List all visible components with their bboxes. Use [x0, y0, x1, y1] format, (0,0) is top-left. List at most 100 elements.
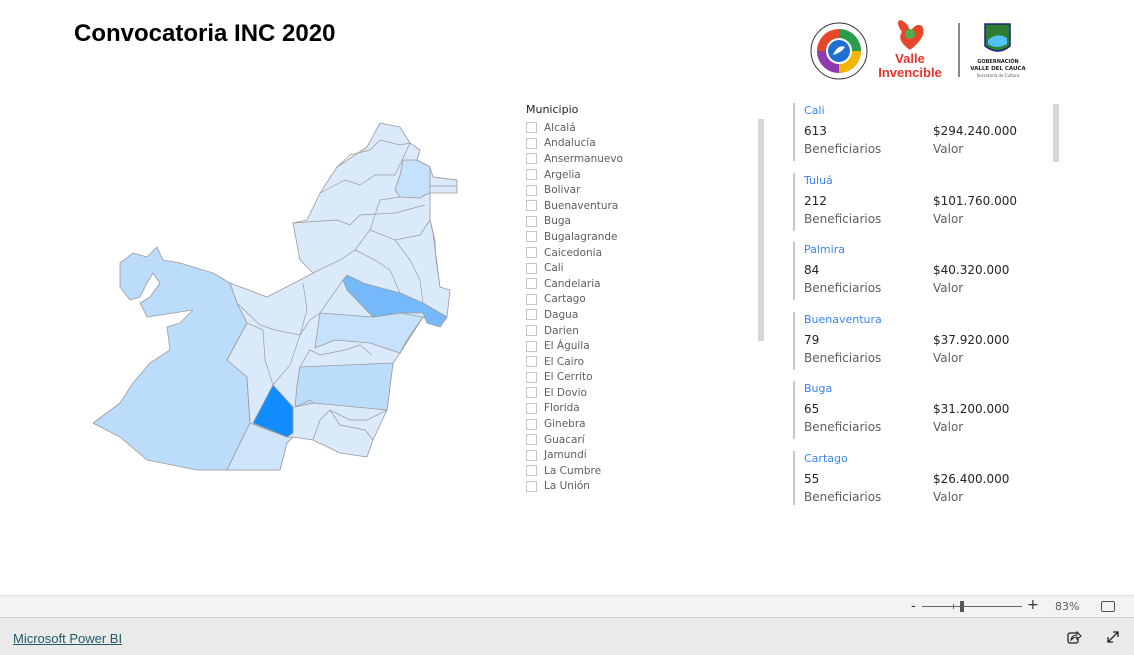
checkbox[interactable] — [526, 184, 537, 196]
municipio-slicer[interactable]: Municipio Alcalá Andalucía Ansermanuevo Arg… — [526, 103, 766, 501]
zoom-slider[interactable] — [922, 601, 1022, 612]
slicer-item-label: Guacarí — [544, 433, 585, 446]
svg-text:Valle: Valle — [895, 51, 925, 66]
card-beneficiarios-label: Beneficiarios — [804, 489, 882, 504]
card-valor-label: Valor — [933, 142, 964, 156]
valle-invencible-logo: Valle Invencible — [878, 20, 942, 80]
slicer-item[interactable]: Alcalá — [526, 120, 766, 136]
checkbox[interactable] — [526, 293, 537, 305]
logos: Valle Invencible GOBERNACIÓN VALLE DEL C… — [810, 20, 1026, 80]
checkbox[interactable] — [526, 169, 537, 181]
checkbox[interactable] — [526, 449, 537, 461]
share-icon[interactable] — [1067, 630, 1082, 644]
slicer-item[interactable]: El Dovio — [526, 385, 766, 401]
checkbox[interactable] — [526, 278, 537, 290]
checkbox[interactable] — [526, 122, 537, 134]
municipio-card: Palmira 84 $40.320.000 Beneficiarios Valor — [793, 242, 1043, 301]
municipio-card: Cali 613 $294.240.000 Beneficiarios Valor — [793, 103, 1043, 161]
card-beneficiarios-label: Beneficiarios — [804, 281, 882, 296]
zoom-slider-thumb[interactable] — [960, 601, 964, 612]
card-valor-label: Valor — [933, 211, 964, 226]
slicer-item[interactable]: Caicedonia — [526, 245, 766, 261]
fullscreen-icon[interactable] — [1106, 630, 1120, 644]
card-beneficiarios-label: Beneficiarios — [804, 211, 882, 226]
checkbox[interactable] — [526, 418, 537, 430]
card-valor-value: $37.920.000 — [933, 332, 1010, 347]
slicer-item[interactable]: El Cairo — [526, 354, 766, 370]
power-bi-link[interactable]: Microsoft Power BI — [13, 631, 122, 646]
slicer-item-label: Argelia — [544, 168, 581, 181]
slicer-item-label: Alcalá — [544, 121, 576, 134]
cards-scrollbar[interactable] — [1053, 104, 1059, 162]
checkbox[interactable] — [526, 309, 537, 321]
choropleth-map[interactable] — [80, 110, 460, 475]
slicer-item[interactable]: Ansermanuevo — [526, 151, 766, 167]
slicer-item-label: El Cairo — [544, 355, 585, 368]
svg-text:GOBERNACIÓN: GOBERNACIÓN — [977, 58, 1018, 65]
map-region-buenaventura[interactable] — [92, 246, 251, 471]
slicer-item[interactable]: Darien — [526, 323, 766, 339]
slicer-item[interactable]: Bugalagrande — [526, 229, 766, 245]
slicer-item-label: Jamundí — [544, 449, 587, 462]
slicer-item[interactable]: Candelaria — [526, 276, 766, 292]
slicer-item[interactable]: Florida — [526, 401, 766, 417]
slicer-item-label: Florida — [544, 402, 580, 415]
checkbox[interactable] — [526, 215, 537, 227]
checkbox[interactable] — [526, 371, 537, 383]
checkbox[interactable] — [526, 231, 537, 243]
card-beneficiarios-label: Beneficiarios — [804, 142, 882, 156]
checkbox[interactable] — [526, 200, 537, 212]
slicer-item[interactable]: El Águila — [526, 338, 766, 354]
municipio-card: Tuluá 212 $101.760.000 Beneficiarios Valor — [793, 172, 1043, 231]
slicer-item[interactable]: Jamundí — [526, 447, 766, 463]
card-beneficiarios-value: 55 — [804, 471, 820, 486]
municipio-card: Cartago 55 $26.400.000 Beneficiarios Valor — [793, 450, 1043, 505]
slicer-item[interactable]: Cali — [526, 260, 766, 276]
slicer-item-label: Ansermanuevo — [544, 152, 623, 165]
card-beneficiarios-value: 65 — [804, 402, 820, 417]
checkbox[interactable] — [526, 137, 537, 149]
checkbox[interactable] — [526, 387, 537, 399]
fit-to-page-icon[interactable] — [1101, 601, 1115, 612]
page-title: Convocatoria INC 2020 — [74, 20, 336, 47]
card-valor-value: $294.240.000 — [933, 124, 1017, 138]
slicer-item[interactable]: Buga — [526, 214, 766, 230]
card-municipio: Cali — [804, 104, 825, 117]
zoom-out-button[interactable]: - — [911, 599, 916, 614]
zoom-in-button[interactable]: + — [1027, 597, 1039, 613]
checkbox[interactable] — [526, 480, 537, 492]
slicer-item[interactable]: Cartago — [526, 292, 766, 308]
checkbox[interactable] — [526, 153, 537, 165]
slicer-item[interactable]: Guacarí — [526, 432, 766, 448]
card-valor-label: Valor — [933, 350, 964, 365]
card-beneficiarios-value: 613 — [804, 124, 827, 138]
slicer-item[interactable]: La Unión — [526, 479, 766, 495]
slicer-item-label: Cali — [544, 262, 564, 275]
card-municipio: Palmira — [804, 243, 845, 257]
slicer-item-label: Ginebra — [544, 418, 586, 431]
checkbox[interactable] — [526, 262, 537, 274]
svg-text:Invencible: Invencible — [878, 65, 942, 80]
checkbox[interactable] — [526, 402, 537, 414]
slicer-item-label: Buenaventura — [544, 199, 619, 212]
map-region-palmira[interactable] — [294, 362, 394, 411]
slicer-item[interactable]: Buenaventura — [526, 198, 766, 214]
slicer-item[interactable]: Dagua — [526, 307, 766, 323]
slicer-item-label: El Dovio — [544, 386, 587, 399]
checkbox[interactable] — [526, 325, 537, 337]
slicer-item[interactable]: Bolivar — [526, 182, 766, 198]
slicer-item[interactable]: Ginebra — [526, 416, 766, 432]
gobernacion-logo: GOBERNACIÓN VALLE DEL CAUCA Secretaría d… — [970, 23, 1026, 78]
checkbox[interactable] — [526, 247, 537, 259]
slicer-item[interactable]: Argelia — [526, 167, 766, 183]
checkbox[interactable] — [526, 434, 537, 446]
checkbox[interactable] — [526, 340, 537, 352]
slicer-item[interactable]: Andalucía — [526, 136, 766, 152]
municipio-card: Buga 65 $31.200.000 Beneficiarios Valor — [793, 381, 1043, 440]
slicer-item[interactable]: El Cerrito — [526, 370, 766, 386]
slicer-scrollbar[interactable] — [758, 119, 764, 341]
slicer-item[interactable]: La Cumbre — [526, 463, 766, 479]
checkbox[interactable] — [526, 465, 537, 477]
checkbox[interactable] — [526, 356, 537, 368]
card-municipio: Buga — [804, 382, 833, 396]
